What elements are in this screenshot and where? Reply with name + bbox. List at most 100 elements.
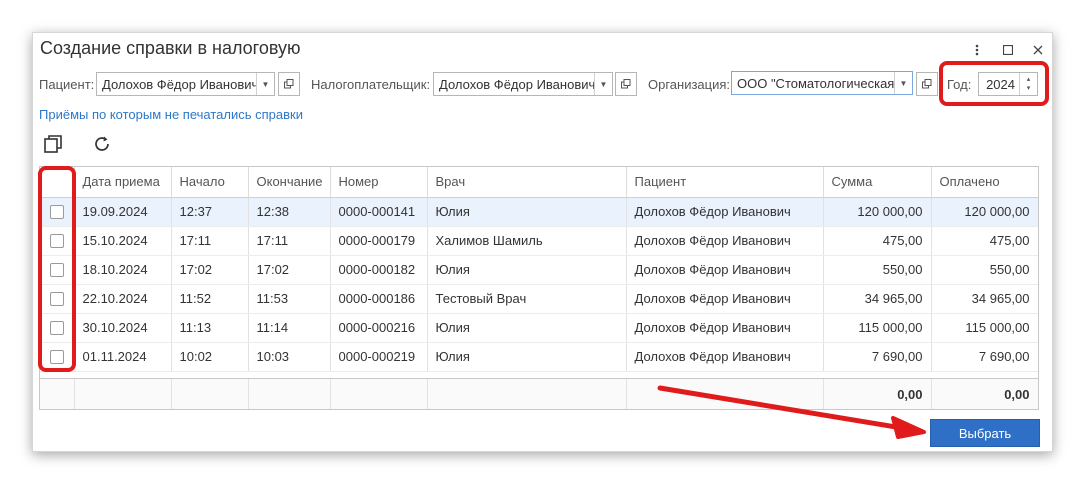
- select-button[interactable]: Выбрать: [930, 419, 1040, 447]
- cell-paid: 115 000,00: [931, 313, 1038, 343]
- column-header[interactable]: Окончание: [248, 167, 331, 198]
- footer-cell: [248, 379, 331, 409]
- org-select[interactable]: ООО "Стоматологическая ▼: [731, 71, 913, 95]
- cell-start: 17:11: [171, 226, 249, 256]
- cell-start: 10:02: [171, 342, 249, 372]
- cell-paid: 34 965,00: [931, 284, 1038, 314]
- cell-doctor: Юлия: [427, 313, 627, 343]
- footer-cell: [330, 379, 428, 409]
- cell-number: 0000-000186: [330, 284, 428, 314]
- cell-patient: Долохов Фёдор Иванович: [626, 197, 824, 227]
- payer-open-button[interactable]: [615, 72, 637, 96]
- more-vertical-icon[interactable]: [968, 41, 986, 59]
- cell-paid: 7 690,00: [931, 342, 1038, 372]
- cell-sum: 115 000,00: [823, 313, 932, 343]
- cell-date: 01.11.2024: [74, 342, 172, 372]
- cell-doctor: Юлия: [427, 255, 627, 285]
- open-external-icon: [922, 79, 932, 89]
- footer-cell: [74, 379, 172, 409]
- cell-number: 0000-000182: [330, 255, 428, 285]
- cell-doctor: Халимов Шамиль: [427, 226, 627, 256]
- cell-patient: Долохов Фёдор Иванович: [626, 226, 824, 256]
- refresh-icon[interactable]: [90, 133, 114, 155]
- open-external-icon: [284, 79, 294, 89]
- cell-paid: 550,00: [931, 255, 1038, 285]
- cell-paid: 120 000,00: [931, 197, 1038, 227]
- unprinted-visits-link[interactable]: Приёмы по которым не печатались справки: [39, 107, 303, 122]
- payer-select[interactable]: Долохов Фёдор Иванович ▼: [433, 72, 613, 96]
- chevron-down-icon[interactable]: ▼: [894, 72, 912, 94]
- column-header[interactable]: Оплачено: [931, 167, 1038, 198]
- cell-paid: 475,00: [931, 226, 1038, 256]
- patient-value: Долохов Фёдор Иванович: [102, 76, 256, 92]
- cell-number: 0000-000179: [330, 226, 428, 256]
- cell-date: 22.10.2024: [74, 284, 172, 314]
- cell-date: 19.09.2024: [74, 197, 172, 227]
- visits-table: Дата приема Начало Окончание Номер Врач …: [39, 166, 1039, 410]
- org-open-button[interactable]: [916, 72, 938, 96]
- cell-doctor: Юлия: [427, 342, 627, 372]
- chevron-down-icon[interactable]: ▼: [594, 73, 612, 95]
- cell-patient: Долохов Фёдор Иванович: [626, 313, 824, 343]
- cell-number: 0000-000216: [330, 313, 428, 343]
- table-row[interactable]: 15.10.2024 17:11 17:11 0000-000179 Халим…: [40, 226, 1038, 256]
- payer-label: Налогоплательщик:: [311, 77, 431, 92]
- maximize-icon[interactable]: [999, 41, 1017, 59]
- column-header[interactable]: Врач: [427, 167, 627, 198]
- cell-patient: Долохов Фёдор Иванович: [626, 284, 824, 314]
- table-row[interactable]: 18.10.2024 17:02 17:02 0000-000182 Юлия …: [40, 255, 1038, 285]
- copy-icon[interactable]: [41, 133, 65, 155]
- cell-end: 12:38: [248, 197, 331, 227]
- table-footer: 0,00 0,00: [40, 378, 1038, 409]
- column-header[interactable]: Дата приема: [74, 167, 172, 198]
- cell-start: 17:02: [171, 255, 249, 285]
- cell-patient: Долохов Фёдор Иванович: [626, 255, 824, 285]
- checkbox-column-highlight: [38, 166, 76, 372]
- cell-end: 10:03: [248, 342, 331, 372]
- cell-start: 12:37: [171, 197, 249, 227]
- cell-sum: 34 965,00: [823, 284, 932, 314]
- table-row[interactable]: 22.10.2024 11:52 11:53 0000-000186 Тесто…: [40, 284, 1038, 314]
- cell-sum: 550,00: [823, 255, 932, 285]
- column-header[interactable]: Номер: [330, 167, 428, 198]
- open-external-icon: [621, 79, 631, 89]
- cell-number: 0000-000219: [330, 342, 428, 372]
- cell-date: 30.10.2024: [74, 313, 172, 343]
- cell-number: 0000-000141: [330, 197, 428, 227]
- column-header[interactable]: Пациент: [626, 167, 824, 198]
- total-sum: 0,00: [823, 379, 932, 409]
- org-value: ООО "Стоматологическая: [737, 75, 894, 91]
- total-paid: 0,00: [931, 379, 1038, 409]
- cell-end: 11:14: [248, 313, 331, 343]
- cell-date: 15.10.2024: [74, 226, 172, 256]
- cell-sum: 475,00: [823, 226, 932, 256]
- cell-date: 18.10.2024: [74, 255, 172, 285]
- chevron-down-icon[interactable]: ▼: [256, 73, 274, 95]
- totals-row: 0,00 0,00: [40, 379, 1038, 409]
- cell-end: 11:53: [248, 284, 331, 314]
- table-row[interactable]: 30.10.2024 11:13 11:14 0000-000216 Юлия …: [40, 313, 1038, 343]
- cell-end: 17:11: [248, 226, 331, 256]
- footer-cell: [626, 379, 824, 409]
- patient-open-button[interactable]: [278, 72, 300, 96]
- dialog-window: Создание справки в налоговую Пациент: До…: [32, 32, 1053, 452]
- cell-doctor: Юлия: [427, 197, 627, 227]
- column-header[interactable]: Сумма: [823, 167, 932, 198]
- footer-cell: [427, 379, 627, 409]
- column-header[interactable]: Начало: [171, 167, 249, 198]
- cell-patient: Долохов Фёдор Иванович: [626, 342, 824, 372]
- payer-value: Долохов Фёдор Иванович: [439, 76, 594, 92]
- patient-label: Пациент:: [39, 77, 95, 92]
- footer-cell: [171, 379, 249, 409]
- cell-end: 17:02: [248, 255, 331, 285]
- cell-start: 11:52: [171, 284, 249, 314]
- cell-sum: 7 690,00: [823, 342, 932, 372]
- table-row[interactable]: 01.11.2024 10:02 10:03 0000-000219 Юлия …: [40, 342, 1038, 372]
- table-header-row: Дата приема Начало Окончание Номер Врач …: [40, 167, 1038, 198]
- patient-select[interactable]: Долохов Фёдор Иванович ▼: [96, 72, 275, 96]
- cell-sum: 120 000,00: [823, 197, 932, 227]
- year-highlight: [939, 61, 1049, 106]
- table-row[interactable]: 19.09.2024 12:37 12:38 0000-000141 Юлия …: [40, 197, 1038, 227]
- footer-cell: [40, 379, 75, 409]
- close-icon[interactable]: [1029, 41, 1047, 59]
